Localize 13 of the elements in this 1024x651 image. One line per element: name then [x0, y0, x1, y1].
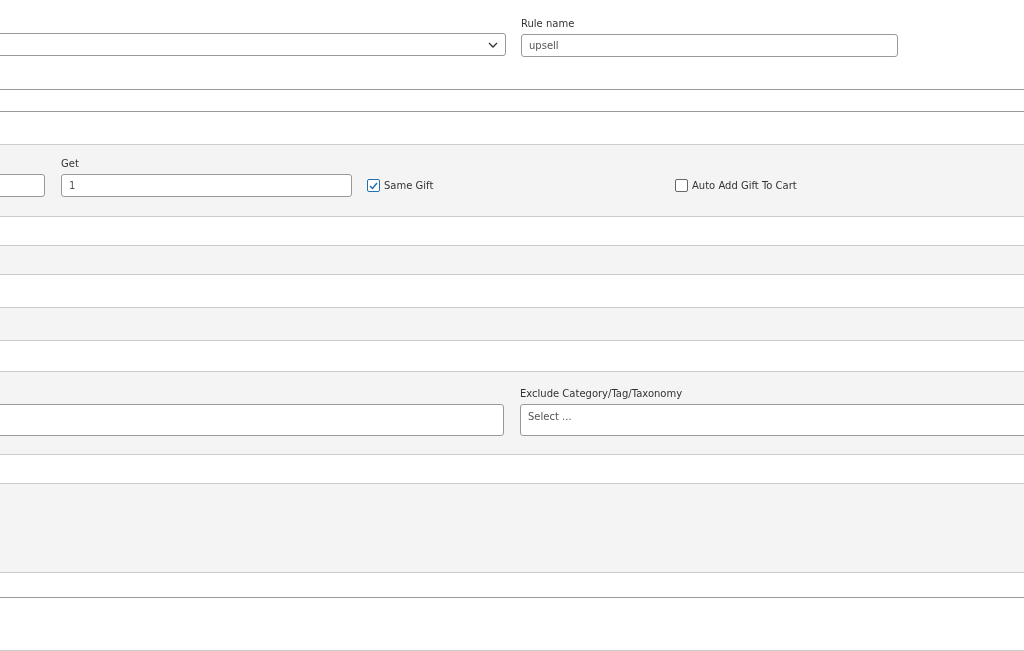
dropdown-field[interactable]: [0, 33, 506, 56]
checkbox[interactable]: [675, 179, 688, 192]
rule-name-field[interactable]: upsell: [521, 34, 898, 57]
get-quantity-field[interactable]: 1: [61, 174, 352, 197]
checkbox-label: Same Gift: [384, 179, 434, 193]
checkbox-label: Auto Add Gift To Cart: [692, 179, 797, 193]
select-field[interactable]: Select ...: [520, 404, 1024, 436]
input-field[interactable]: [0, 404, 504, 436]
chevron-down-icon: [488, 41, 498, 48]
field-label: Exclude Category/Tag/Taxonomy: [520, 387, 684, 401]
field-label: Get: [61, 157, 80, 171]
checkbox[interactable]: [367, 179, 380, 192]
field-label: Rule name: [521, 17, 576, 31]
